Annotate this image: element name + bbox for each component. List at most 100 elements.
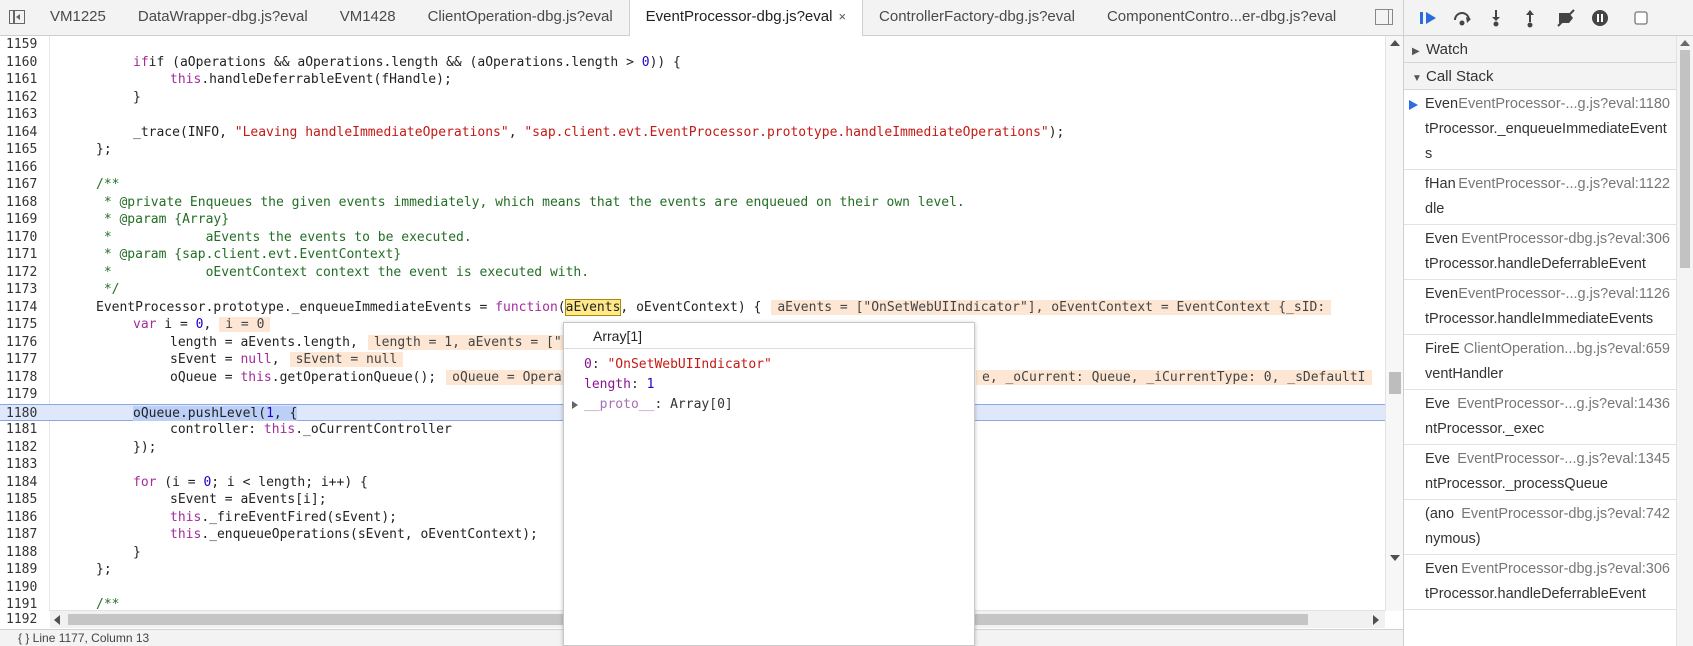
property-row[interactable]: 0: "OnSetWebUIIndicator" xyxy=(564,355,974,375)
line-number[interactable]: 1181 xyxy=(0,421,46,439)
debugger-toolbar xyxy=(1404,0,1693,36)
code-text: ); xyxy=(1048,124,1065,140)
pause-on-exceptions-icon[interactable] xyxy=(1590,8,1610,28)
inline-value: length = 1, aEvents = [" xyxy=(367,334,568,350)
line-number[interactable]: 1164 xyxy=(0,124,46,142)
close-tab-icon[interactable]: × xyxy=(838,9,846,24)
line-number[interactable]: 1186 xyxy=(0,509,46,527)
scrollbar-thumb[interactable] xyxy=(1680,50,1690,268)
code-text: , { xyxy=(273,405,298,421)
scroll-left-icon[interactable] xyxy=(54,615,60,625)
line-number[interactable]: 1167 xyxy=(0,176,46,194)
property-row[interactable]: length: 1 xyxy=(564,375,974,395)
tab-eventprocessor[interactable]: EventProcessor-dbg.js?eval × xyxy=(628,0,864,36)
line-number[interactable]: 1182 xyxy=(0,439,46,457)
keyword: null xyxy=(240,352,272,367)
sidebar-scrollbar[interactable] xyxy=(1676,36,1693,646)
line-number[interactable]: 1169 xyxy=(0,211,46,229)
tab-datawrapper[interactable]: DataWrapper-dbg.js?eval xyxy=(122,0,324,35)
code-text: if (aOperations && aOperations.length &&… xyxy=(148,54,642,70)
line-number[interactable]: 1161 xyxy=(0,71,46,89)
toggle-debugger-panel-icon[interactable] xyxy=(1375,9,1393,25)
tab-clientoperation[interactable]: ClientOperation-dbg.js?eval xyxy=(412,0,629,35)
line-number[interactable]: 1184 xyxy=(0,474,46,492)
scrollbar-thumb[interactable] xyxy=(1389,372,1401,394)
step-into-icon[interactable] xyxy=(1486,8,1506,28)
editor-vertical-scrollbar[interactable] xyxy=(1385,36,1403,611)
line-number[interactable]: 1165 xyxy=(0,141,46,159)
line-number[interactable]: 1177 xyxy=(0,351,46,369)
step-over-icon[interactable] xyxy=(1452,8,1472,28)
line-number[interactable]: 1187 xyxy=(0,526,46,544)
line-number[interactable]: 1162 xyxy=(0,89,46,107)
editor-tab-bar: VM1225 DataWrapper-dbg.js?eval VM1428 Cl… xyxy=(0,0,1403,36)
expand-arrow-icon: ▶ xyxy=(1412,46,1420,57)
line-number[interactable]: 1176 xyxy=(0,334,46,352)
code-line: 1172 * oEventContext context the event i… xyxy=(0,264,1385,282)
watch-section-header[interactable]: ▶ Watch xyxy=(1404,36,1693,63)
tab-vm1225[interactable]: VM1225 xyxy=(34,0,122,35)
variable-preview-popover[interactable]: Array[1] 0: "OnSetWebUIIndicator" length… xyxy=(563,322,975,646)
keyword: var xyxy=(133,317,157,332)
line-number[interactable]: 1170 xyxy=(0,229,46,247)
scroll-up-icon[interactable] xyxy=(1390,40,1400,46)
line-number[interactable]: 1185 xyxy=(0,491,46,509)
code-text: (i = xyxy=(156,474,204,490)
code-text: }; xyxy=(96,142,112,157)
code-line: 1170 * aEvents the events to be executed… xyxy=(0,229,1385,247)
line-number[interactable]: 1175 xyxy=(0,316,46,334)
line-number[interactable]: 1191 xyxy=(0,596,46,611)
expand-triangle-icon[interactable] xyxy=(572,401,578,409)
tab-label: ComponentContro...er-dbg.js?eval xyxy=(1106,8,1337,25)
deactivate-breakpoints-icon[interactable] xyxy=(1556,8,1576,28)
step-out-icon[interactable] xyxy=(1520,8,1540,28)
code-text: , xyxy=(271,352,280,367)
call-frame[interactable]: EventProcessor-...g.js?eval:1122 fHandle xyxy=(1404,170,1676,225)
call-frame[interactable]: EventProcessor-dbg.js?eval:742 (anonymous… xyxy=(1404,500,1676,555)
line-number[interactable]: 1189 xyxy=(0,561,46,579)
line-number[interactable]: 1160 xyxy=(0,54,46,72)
line-number[interactable]: 1163 xyxy=(0,106,46,124)
call-frame-current[interactable]: EventProcessor-...g.js?eval:1180 EventPro… xyxy=(1404,90,1676,170)
keyword: for xyxy=(133,474,157,490)
tab-label: ControllerFactory-dbg.js?eval xyxy=(879,8,1075,25)
scroll-right-icon[interactable] xyxy=(1373,615,1379,625)
line-number[interactable]: 1192 xyxy=(0,611,46,629)
call-frame[interactable]: ClientOperation...bg.js?eval:659 FireEven… xyxy=(1404,335,1676,390)
line-number[interactable]: 1171 xyxy=(0,246,46,264)
line-number[interactable]: 1190 xyxy=(0,579,46,597)
line-number[interactable]: 1159 xyxy=(0,36,46,54)
resume-icon[interactable] xyxy=(1418,8,1438,28)
property-row-expandable[interactable]: __proto__: Array[0] xyxy=(564,395,974,415)
scroll-down-icon[interactable] xyxy=(1390,555,1400,561)
line-number[interactable]: 1174 xyxy=(0,299,46,317)
call-frame[interactable]: EventProcessor-...g.js?eval:1126 EventPro… xyxy=(1404,280,1676,335)
line-number[interactable]: 1180 xyxy=(0,405,46,423)
tab-controllerfactory[interactable]: ControllerFactory-dbg.js?eval xyxy=(863,0,1091,35)
line-number[interactable]: 1183 xyxy=(0,456,46,474)
code-text: , xyxy=(508,124,525,140)
tab-vm1428[interactable]: VM1428 xyxy=(324,0,412,35)
line-number[interactable]: 1172 xyxy=(0,264,46,282)
call-frame[interactable]: EventProcessor-...g.js?eval:1345 EventPro… xyxy=(1404,445,1676,500)
call-frame[interactable]: EventProcessor-dbg.js?eval:306 EventProce… xyxy=(1404,555,1676,610)
line-number[interactable]: 1168 xyxy=(0,194,46,212)
code-text: }); xyxy=(133,439,157,455)
line-number[interactable]: 1173 xyxy=(0,281,46,299)
scroll-up-icon[interactable] xyxy=(1680,40,1690,46)
section-title: Call Stack xyxy=(1426,68,1494,85)
line-number[interactable]: 1179 xyxy=(0,386,46,404)
tab-componentcontroller[interactable]: ComponentContro...er-dbg.js?eval xyxy=(1091,0,1352,35)
line-number[interactable]: 1178 xyxy=(0,369,46,387)
line-number[interactable]: 1188 xyxy=(0,544,46,562)
property-key: length xyxy=(584,377,631,392)
toggle-navigator-button[interactable] xyxy=(0,0,34,35)
callstack-section-header[interactable]: ▼ Call Stack xyxy=(1404,63,1693,90)
line-number[interactable]: 1166 xyxy=(0,159,46,177)
inline-value: i = 0 xyxy=(219,317,271,332)
hovered-variable[interactable]: aEvents xyxy=(564,298,622,316)
async-checkbox[interactable] xyxy=(1632,8,1652,28)
call-frame[interactable]: EventProcessor-dbg.js?eval:306 EventProce… xyxy=(1404,225,1676,280)
code-line: 1160 ifif (aOperations && aOperations.len… xyxy=(0,54,1385,72)
call-frame[interactable]: EventProcessor-...g.js?eval:1436 EventPro… xyxy=(1404,390,1676,445)
